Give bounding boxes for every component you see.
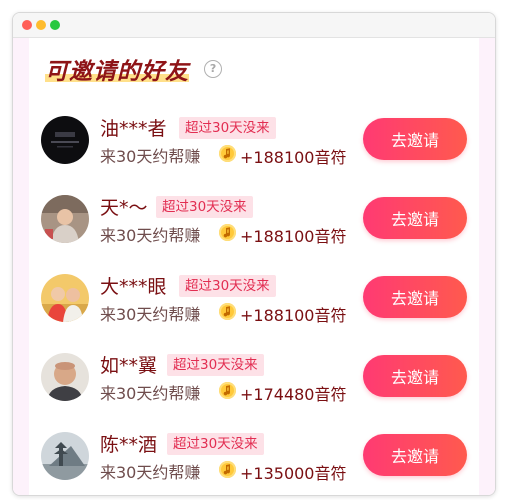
music-note-coin-icon	[219, 461, 236, 478]
reward-amount: +188100音符	[240, 148, 347, 167]
friend-name: 如**翼	[100, 355, 158, 377]
friend-description: 来30天约帮赚	[100, 147, 201, 166]
reward-amount: +188100音符	[240, 227, 347, 246]
friend-description: 来30天约帮赚	[100, 305, 201, 324]
inactive-badge: 超过30天没来	[179, 117, 276, 139]
section-header: 可邀请的好友 ?	[45, 52, 223, 92]
friend-row: 大***眼 超过30天没来 来30天约帮赚 +188100音符 去邀请	[41, 266, 479, 330]
invite-button[interactable]: 去邀请	[363, 276, 467, 318]
music-note-coin-icon	[219, 382, 236, 399]
inactive-badge: 超过30天没来	[179, 275, 276, 297]
reward-amount: +188100音符	[240, 306, 347, 325]
friend-name: 陈**酒	[100, 434, 158, 456]
friend-row: 陈**酒 超过30天没来 来30天约帮赚 +135000音符 去邀请	[41, 424, 479, 488]
maximize-window-button[interactable]	[50, 20, 60, 30]
page-content: 可邀请的好友 ? 油***者 超过30天没来 来30天约帮赚 +188100音符…	[13, 38, 495, 495]
window-titlebar	[13, 13, 495, 38]
friend-avatar[interactable]	[41, 432, 89, 480]
friend-row: 如**翼 超过30天没来 来30天约帮赚 +174480音符 去邀请	[41, 345, 479, 409]
friend-avatar[interactable]	[41, 116, 89, 164]
inactive-badge: 超过30天没来	[167, 354, 264, 376]
section-title: 可邀请的好友	[45, 52, 189, 86]
inactive-badge: 超过30天没来	[156, 196, 253, 218]
music-note-coin-icon	[219, 145, 236, 162]
music-note-coin-icon	[219, 303, 236, 320]
friend-description: 来30天约帮赚	[100, 226, 201, 245]
friend-avatar[interactable]	[41, 195, 89, 243]
friend-name: 大***眼	[100, 276, 167, 298]
invite-button[interactable]: 去邀请	[363, 355, 467, 397]
invite-button[interactable]: 去邀请	[363, 434, 467, 476]
close-window-button[interactable]	[22, 20, 32, 30]
invite-friends-panel: 可邀请的好友 ? 油***者 超过30天没来 来30天约帮赚 +188100音符…	[29, 38, 479, 495]
friend-avatar[interactable]	[41, 353, 89, 401]
invite-button[interactable]: 去邀请	[363, 197, 467, 239]
friend-row: 天*～ 超过30天没来 来30天约帮赚 +188100音符 去邀请	[41, 187, 479, 251]
reward-amount: +174480音符	[240, 385, 347, 404]
inactive-badge: 超过30天没来	[167, 433, 264, 455]
music-note-coin-icon	[219, 224, 236, 241]
minimize-window-button[interactable]	[36, 20, 46, 30]
invite-button[interactable]: 去邀请	[363, 118, 467, 160]
app-window: 可邀请的好友 ? 油***者 超过30天没来 来30天约帮赚 +188100音符…	[12, 12, 496, 496]
friend-name: 天*～	[100, 197, 148, 219]
reward-amount: +135000音符	[240, 464, 347, 483]
friend-avatar[interactable]	[41, 274, 89, 322]
friend-name: 油***者	[100, 118, 167, 140]
friend-row: 油***者 超过30天没来 来30天约帮赚 +188100音符 去邀请	[41, 108, 479, 172]
friend-description: 来30天约帮赚	[100, 384, 201, 403]
help-icon[interactable]: ?	[204, 60, 223, 78]
friend-description: 来30天约帮赚	[100, 463, 201, 482]
